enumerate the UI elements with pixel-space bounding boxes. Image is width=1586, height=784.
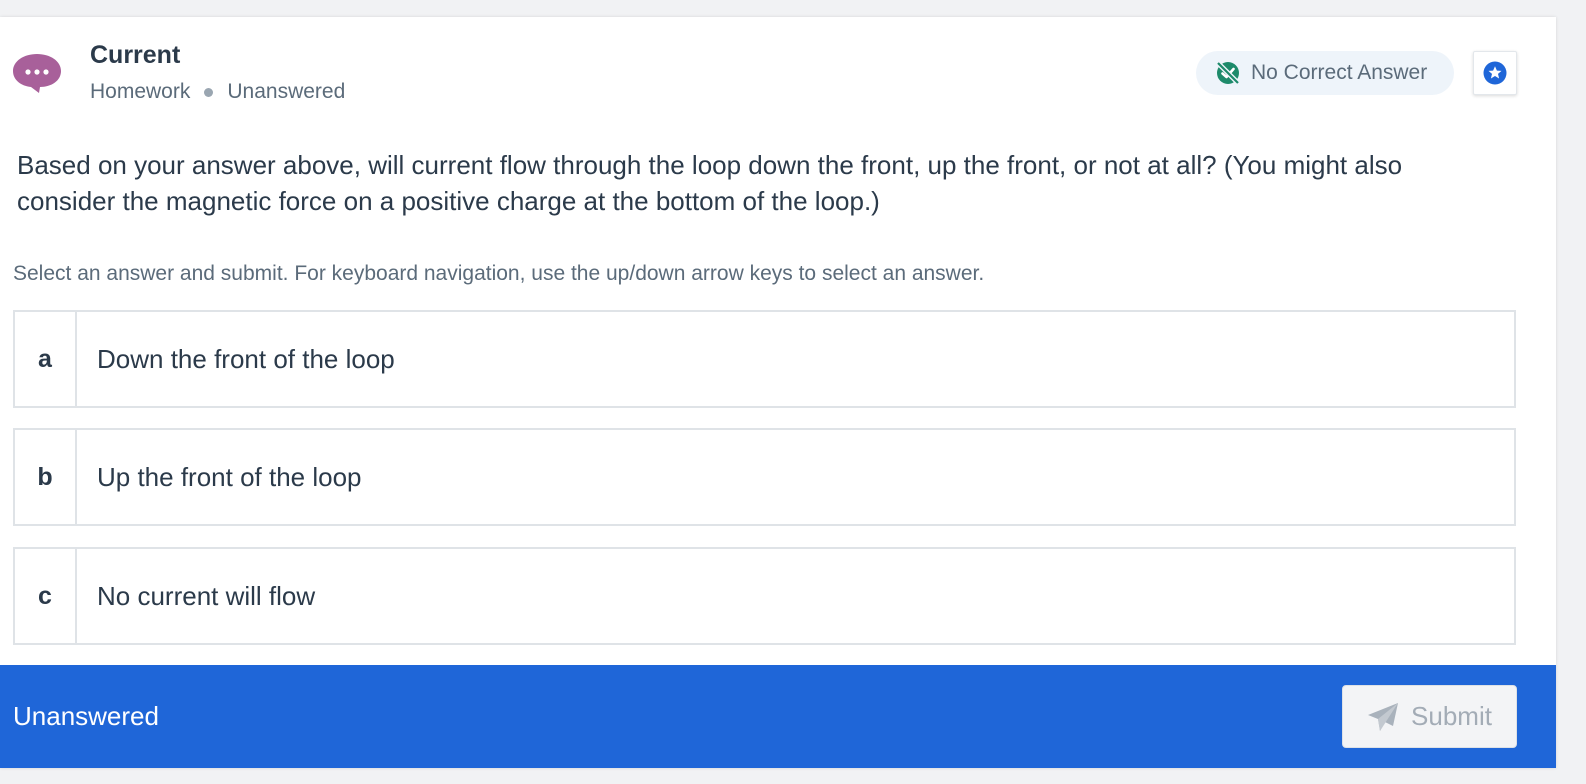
answer-footer: Unanswered Submit xyxy=(0,665,1556,768)
question-category: Homework xyxy=(90,80,191,103)
speech-bubble-icon xyxy=(13,54,61,93)
submit-label: Submit xyxy=(1411,701,1492,731)
answer-option-c[interactable]: c No current will flow xyxy=(13,547,1516,645)
question-text: Based on your answer above, will current… xyxy=(17,150,1403,216)
question-status: Unanswered xyxy=(227,80,346,103)
option-letter: a xyxy=(15,312,77,406)
no-check-icon xyxy=(1216,61,1240,85)
option-text: Down the front of the loop xyxy=(97,343,395,374)
favorite-star-button[interactable] xyxy=(1473,51,1517,95)
no-correct-answer-badge: No Correct Answer xyxy=(1196,51,1454,95)
send-icon xyxy=(1368,702,1399,731)
answer-option-b[interactable]: b Up the front of the loop xyxy=(13,428,1516,526)
question-card: Current Homework Unanswered No Correct A… xyxy=(0,17,1556,768)
star-icon xyxy=(1483,61,1507,85)
submit-button[interactable]: Submit xyxy=(1342,685,1517,748)
answer-instructions: Select an answer and submit. For keyboar… xyxy=(13,262,985,285)
option-text: No current will flow xyxy=(97,580,316,611)
option-letter: b xyxy=(15,430,77,524)
question-meta: Homework Unanswered xyxy=(90,80,345,104)
answer-option-a[interactable]: a Down the front of the loop xyxy=(13,310,1516,408)
badge-label: No Correct Answer xyxy=(1251,61,1428,84)
option-text: Up the front of the loop xyxy=(97,461,362,492)
meta-separator-dot xyxy=(204,87,214,97)
option-letter: c xyxy=(15,549,77,643)
question-title: Current xyxy=(90,41,181,69)
footer-status: Unanswered xyxy=(13,701,159,731)
